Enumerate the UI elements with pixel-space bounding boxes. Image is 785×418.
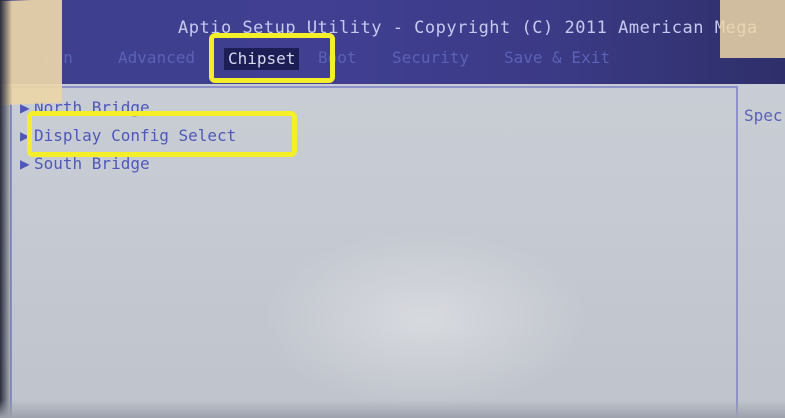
- annotation-highlight-display-config: [27, 111, 297, 157]
- bios-header: Aptio Setup Utility - Copyright (C) 2011…: [0, 0, 785, 84]
- menu-tab-security[interactable]: Security: [392, 48, 469, 67]
- main-pane-border-top: [10, 86, 736, 88]
- tape-overlay-right: [720, 0, 785, 58]
- photo-edge-shadow: [0, 0, 12, 418]
- photo-bottom-edge: [0, 400, 785, 418]
- menu-tab-advanced[interactable]: Advanced: [118, 48, 195, 67]
- help-text: Spec: [744, 106, 783, 125]
- help-pane-divider: [736, 86, 738, 418]
- menu-bar: ain Advanced Chipset Boot Security Save …: [0, 48, 785, 72]
- annotation-highlight-chipset: [209, 33, 335, 83]
- screen-glare: [260, 230, 590, 410]
- menu-tab-save-exit[interactable]: Save & Exit: [504, 48, 610, 67]
- bios-screen: Aptio Setup Utility - Copyright (C) 2011…: [0, 0, 785, 418]
